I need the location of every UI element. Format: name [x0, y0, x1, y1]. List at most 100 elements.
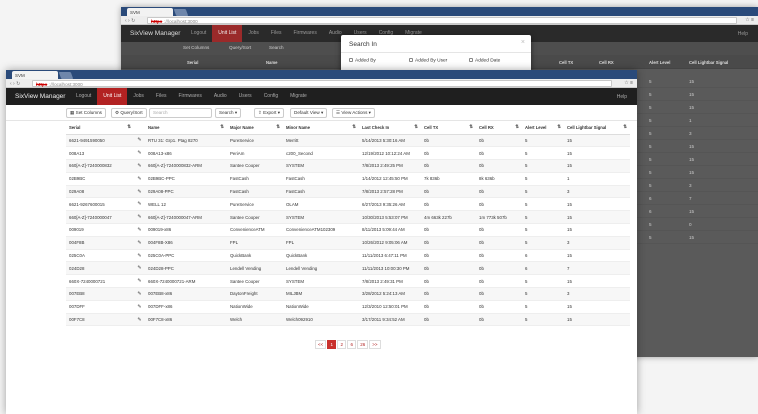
- set-columns-button[interactable]: Set Columns: [183, 45, 209, 50]
- table-row[interactable]: 025C0A ✎ 025C0A-PPC QuickBank QuickBank 11/11…: [66, 249, 630, 263]
- menu-item-firmwares[interactable]: Firmwares: [172, 88, 207, 105]
- option-added-by[interactable]: Added By: [349, 58, 376, 64]
- search-input[interactable]: Search: [149, 108, 212, 118]
- view-actions-button[interactable]: ☰ View Actions ▾: [332, 108, 375, 118]
- search-input[interactable]: Search: [269, 45, 284, 50]
- table-row[interactable]: 009019 ✎ 009019-x86 ConvenienceATM Convenien…: [66, 223, 630, 237]
- menu-item-logout[interactable]: Logout: [185, 25, 212, 42]
- option-added-by-user[interactable]: Added By User: [409, 58, 447, 64]
- table-row[interactable]: 660[A-Z]-7240000832 ✎ 660[A-Z]-7240000832-…: [66, 159, 630, 173]
- menu-item-jobs[interactable]: Jobs: [242, 25, 265, 42]
- col-alert-level[interactable]: Alert Level ⇅: [522, 121, 564, 135]
- col-cell-tx[interactable]: Cell TX ⇅: [421, 121, 476, 135]
- set-columns-button[interactable]: ▦ Set Columns: [66, 108, 106, 118]
- edit-pencil-icon[interactable]: ✎: [134, 134, 145, 148]
- checkbox-icon[interactable]: [469, 58, 473, 62]
- menu-item-config[interactable]: Config: [258, 88, 284, 105]
- sort-icon[interactable]: ⇅: [352, 124, 356, 130]
- edit-pencil-icon[interactable]: ✎: [134, 261, 145, 276]
- edit-pencil-icon[interactable]: ✎: [134, 197, 145, 212]
- edit-pencil-icon[interactable]: ✎: [134, 185, 145, 199]
- edit-pencil-icon[interactable]: ✎: [134, 172, 145, 186]
- checkbox-icon[interactable]: [409, 58, 413, 62]
- sort-icon[interactable]: ⇅: [220, 124, 224, 130]
- menu-item-files[interactable]: Files: [150, 88, 173, 105]
- col-cell-rx[interactable]: Cell RX ⇅: [476, 121, 522, 135]
- table-row[interactable]: 007DFF ✎ 007DFF-x86 NationWide NationWide 12/…: [66, 300, 630, 314]
- edit-pencil-icon[interactable]: ✎: [134, 249, 145, 263]
- query-sort-button[interactable]: Query/Sort: [229, 45, 251, 50]
- table-row[interactable]: 02B9BC ✎ 02B9BC-PPC FastCash FastCash 1/14/20…: [66, 172, 630, 186]
- col-cell-lightbar-signal[interactable]: Cell Lightbar Signal ⇅: [564, 121, 630, 135]
- pager-page[interactable]: 6: [347, 340, 357, 349]
- app-brand[interactable]: SixView Manager: [130, 30, 180, 37]
- pager-last[interactable]: >>: [369, 340, 381, 349]
- col-edit[interactable]: [134, 121, 145, 135]
- search-button[interactable]: Search ▾: [215, 108, 242, 118]
- col-name[interactable]: Name: [266, 60, 277, 65]
- default-view-button[interactable]: Default View ▾: [290, 108, 328, 118]
- edit-pencil-icon[interactable]: ✎: [134, 313, 145, 327]
- edit-pencil-icon[interactable]: ✎: [134, 223, 145, 237]
- col-serial[interactable]: Serial: [187, 60, 198, 65]
- table-row[interactable]: 6621-9267600015 ✎ WELL 12 PureService OLAM 6/…: [66, 197, 630, 212]
- menu-item-jobs[interactable]: Jobs: [127, 88, 150, 105]
- option-added-date[interactable]: Added Date: [469, 58, 500, 64]
- url-field[interactable]: https://localhost:3000: [147, 17, 737, 24]
- edit-pencil-icon[interactable]: ✎: [134, 146, 145, 161]
- sort-icon[interactable]: ⇅: [469, 124, 473, 130]
- sort-icon[interactable]: ⇅: [623, 124, 627, 130]
- help-link[interactable]: Help: [738, 31, 748, 37]
- menu-item-users[interactable]: Users: [233, 88, 258, 105]
- edit-pencil-icon[interactable]: ✎: [134, 236, 145, 250]
- col-alert-level[interactable]: Alert Level: [649, 60, 670, 65]
- sort-icon[interactable]: ⇅: [127, 124, 131, 130]
- url-field[interactable]: https://localhost:3000: [32, 80, 612, 87]
- nav-buttons[interactable]: ‹ › ↻: [125, 18, 135, 24]
- nav-buttons[interactable]: ‹ › ↻: [10, 81, 20, 87]
- edit-pencil-icon[interactable]: ✎: [134, 210, 145, 225]
- menu-item-logout[interactable]: Logout: [70, 88, 97, 105]
- menu-item-audio[interactable]: Audio: [208, 88, 233, 105]
- extension-icons[interactable]: ☆ ≡: [745, 17, 754, 23]
- col-cell-rx[interactable]: Cell RX: [599, 60, 614, 65]
- table-row[interactable]: 6621-9491590050 ✎ RTU 31: Grp1. Ptag 8270 P…: [66, 134, 630, 148]
- table-row[interactable]: 024D28 ✎ 024D28-PPC Lendell Vending Lendell …: [66, 261, 630, 276]
- browser-tab[interactable]: SVM: [12, 71, 58, 79]
- export-button[interactable]: ⇪ Export ▾: [254, 108, 285, 118]
- col-cell-tx[interactable]: Cell TX: [559, 60, 573, 65]
- menu-item-migrate[interactable]: Migrate: [284, 88, 313, 105]
- extension-icons[interactable]: ☆ ≡: [624, 80, 633, 86]
- col-minor-name[interactable]: Minor Name ⇅: [283, 121, 359, 135]
- col-name[interactable]: Name ⇅: [145, 121, 227, 135]
- menu-item-unit-list[interactable]: Unit List: [212, 25, 243, 42]
- browser-tab[interactable]: SVM: [127, 8, 173, 16]
- col-last-check-in[interactable]: Last Check In ⇅: [359, 121, 421, 135]
- table-row[interactable]: 660[A-Z]-7240000047 ✎ 660[A-Z]-7240000047-…: [66, 210, 630, 225]
- col-major-name[interactable]: Major Name ⇅: [227, 121, 283, 135]
- close-icon[interactable]: ×: [521, 39, 525, 46]
- col-serial[interactable]: Serial ⇅: [66, 121, 134, 135]
- menu-item-unit-list[interactable]: Unit List: [97, 88, 128, 105]
- table-row[interactable]: 008A13 ✎ 008A13-x86 PeriAm c200_Second 12/19/…: [66, 146, 630, 161]
- edit-pencil-icon[interactable]: ✎: [134, 300, 145, 314]
- edit-pencil-icon[interactable]: ✎: [134, 274, 145, 289]
- app-brand[interactable]: SixView Manager: [15, 93, 65, 100]
- new-tab-button[interactable]: [173, 9, 189, 16]
- pager-page[interactable]: 26: [357, 340, 369, 349]
- menu-item-files[interactable]: Files: [265, 25, 288, 42]
- pager-page[interactable]: 2: [337, 340, 347, 349]
- table-row[interactable]: 660X-7240000721 ✎ 660X-7240000721-ARM Sante…: [66, 274, 630, 289]
- checkbox-icon[interactable]: [349, 58, 353, 62]
- table-row[interactable]: 007EB8 ✎ 007EB8-x86 DaytonFreight MILJBM 3/28…: [66, 287, 630, 301]
- sort-icon[interactable]: ⇅: [276, 124, 280, 130]
- table-row[interactable]: 004F8B ✎ 004F8B-X86 FPL FPL 10/26/2012 9:05:0…: [66, 236, 630, 250]
- sort-icon[interactable]: ⇅: [557, 124, 561, 130]
- pager-page[interactable]: 1: [327, 340, 337, 349]
- new-tab-button[interactable]: [58, 72, 74, 79]
- col-lightbar[interactable]: Cell Lightbar Signal: [689, 60, 728, 65]
- pager-first[interactable]: <<: [315, 340, 327, 349]
- sort-icon[interactable]: ⇅: [515, 124, 519, 130]
- query-sort-button[interactable]: ⚙ Query/Sort: [111, 108, 147, 118]
- table-row[interactable]: 029A08 ✎ 029A08-PPC FastCash FastCash 7/8/201…: [66, 185, 630, 199]
